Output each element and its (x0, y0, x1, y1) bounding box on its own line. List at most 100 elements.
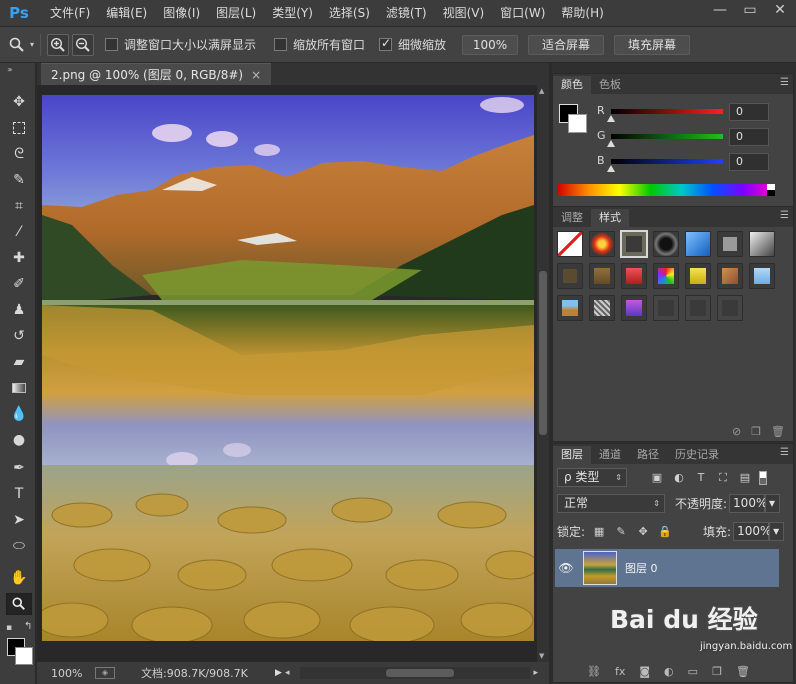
blue-slider[interactable]: B 0 (597, 152, 793, 174)
filter-type-icon[interactable]: T (693, 470, 709, 486)
filter-pixel-icon[interactable]: ▣ (649, 470, 665, 486)
menu-image[interactable]: 图像(I) (155, 0, 208, 27)
red-slider[interactable]: R 0 (597, 102, 793, 124)
lasso-tool-icon[interactable]: ᘓ (6, 143, 32, 165)
layer-name[interactable]: 图层 0 (625, 560, 658, 576)
layer-row[interactable]: 👁 图层 0 (555, 549, 779, 587)
lock-transparent-icon[interactable]: ▦ (591, 524, 607, 540)
layer-filter-dropdown[interactable]: ρ 类型 ⇕ (557, 468, 627, 487)
blend-mode-dropdown[interactable]: 正常 ⇕ (557, 494, 665, 513)
panel-menu-icon[interactable]: ☰ (780, 210, 789, 221)
color-spectrum-bar[interactable] (557, 184, 775, 196)
path-selection-tool-icon[interactable]: ➤ (6, 509, 32, 531)
style-swatch[interactable] (557, 263, 583, 289)
fit-screen-button[interactable]: 适合屏幕 (528, 34, 605, 55)
menu-window[interactable]: 窗口(W) (492, 0, 553, 27)
new-group-icon[interactable]: ▭ (688, 665, 698, 678)
style-swatch[interactable] (653, 295, 679, 321)
scroll-down-icon[interactable]: ▼ (539, 652, 544, 660)
tab-color[interactable]: 颜色 (553, 76, 591, 94)
style-swatch[interactable] (621, 295, 647, 321)
document-tab[interactable]: 2.png @ 100% (图层 0, RGB/8#) × (41, 63, 272, 85)
quick-select-tool-icon[interactable]: ✎ (6, 169, 32, 191)
vertical-scrollbar[interactable]: ▲ ▼ (537, 85, 549, 662)
green-slider[interactable]: G 0 (597, 127, 793, 149)
horizontal-scroll-thumb[interactable] (385, 669, 454, 677)
close-button[interactable]: ✕ (766, 0, 794, 20)
fill-input[interactable]: 100% (733, 522, 771, 541)
zoom-tool-preset-icon[interactable] (6, 34, 28, 56)
menu-file[interactable]: 文件(F) (42, 0, 98, 27)
slider-thumb[interactable] (607, 165, 615, 172)
visibility-eye-icon[interactable]: 👁 (555, 561, 577, 575)
zoom-tool-icon[interactable] (6, 593, 32, 615)
crop-tool-icon[interactable]: ⌗ (6, 195, 32, 217)
checkbox-box[interactable] (274, 38, 288, 51)
tab-adjustments[interactable]: 调整 (553, 209, 591, 227)
fill-screen-button[interactable]: 填充屏幕 (614, 34, 691, 55)
style-swatch[interactable] (749, 231, 775, 257)
delete-style-icon[interactable]: 🗑 (771, 425, 785, 438)
opacity-input[interactable]: 100% (729, 494, 767, 513)
add-mask-icon[interactable]: ◙ (639, 665, 650, 678)
dodge-tool-icon[interactable]: ● (6, 429, 32, 451)
filter-toggle[interactable] (759, 470, 767, 485)
scroll-right-icon[interactable]: ▸ (534, 668, 539, 678)
restore-button[interactable]: ▭ (736, 0, 764, 20)
type-tool-icon[interactable]: T (6, 483, 32, 505)
gradient-tool-icon[interactable] (6, 377, 32, 399)
chevron-down-icon[interactable]: ▾ (30, 40, 34, 49)
style-swatch[interactable] (589, 295, 615, 321)
clear-style-icon[interactable]: ⊘ (732, 425, 741, 438)
zoom-in-icon[interactable] (47, 33, 70, 56)
lock-all-icon[interactable]: 🔒 (657, 524, 673, 540)
style-swatch[interactable] (717, 295, 743, 321)
healing-brush-tool-icon[interactable]: ✚ (6, 247, 32, 269)
scroll-up-icon[interactable]: ▲ (539, 87, 544, 95)
style-swatch[interactable] (685, 295, 711, 321)
filter-shape-icon[interactable]: ⛶ (715, 470, 731, 486)
slider-value-input[interactable]: 0 (729, 153, 769, 171)
lock-pixels-icon[interactable]: ✎ (613, 524, 629, 540)
style-swatch[interactable] (717, 231, 743, 257)
zoom-out-icon[interactable] (72, 33, 95, 56)
marquee-tool-icon[interactable] (6, 117, 32, 139)
close-tab-icon[interactable]: × (251, 68, 261, 82)
tab-channels[interactable]: 通道 (591, 446, 629, 464)
style-swatch[interactable] (589, 263, 615, 289)
style-swatch[interactable] (620, 230, 648, 258)
pen-tool-icon[interactable]: ✒ (6, 457, 32, 479)
tab-styles[interactable]: 样式 (591, 209, 629, 227)
panel-menu-icon[interactable]: ☰ (780, 77, 789, 88)
menu-select[interactable]: 选择(S) (321, 0, 378, 27)
document-image[interactable] (42, 95, 534, 641)
style-swatch[interactable] (749, 263, 775, 289)
status-menu-arrow-icon[interactable]: ▶ (275, 668, 285, 678)
fx-icon[interactable]: fx (615, 665, 625, 678)
new-layer-icon[interactable]: ❐ (712, 665, 722, 678)
menu-layer[interactable]: 图层(L) (208, 0, 264, 27)
brush-tool-icon[interactable]: ✐ (6, 273, 32, 295)
slider-thumb[interactable] (607, 140, 615, 147)
tab-swatches[interactable]: 色板 (591, 76, 629, 94)
fill-dropdown-icon[interactable]: ▾ (769, 522, 785, 541)
horizontal-scrollbar[interactable] (299, 667, 530, 679)
status-preview-icon[interactable]: ◈ (95, 667, 115, 679)
tab-history[interactable]: 历史记录 (667, 446, 727, 464)
hand-tool-icon[interactable]: ✋ (6, 567, 32, 589)
filter-smart-object-icon[interactable]: ▤ (737, 470, 753, 486)
link-layers-icon[interactable]: ⛓ (587, 665, 601, 678)
minimize-button[interactable]: — (706, 0, 734, 20)
tab-paths[interactable]: 路径 (629, 446, 667, 464)
opacity-dropdown-icon[interactable]: ▾ (765, 494, 781, 513)
ellipse-tool-icon[interactable]: ⬭ (6, 535, 32, 557)
move-tool-icon[interactable]: ✥ (6, 91, 32, 113)
tab-layers[interactable]: 图层 (553, 446, 591, 464)
slider-track[interactable] (611, 134, 723, 139)
scrubby-zoom-checkbox[interactable]: 细微缩放 (379, 36, 446, 53)
style-swatch[interactable] (717, 263, 743, 289)
scroll-left-icon[interactable]: ◂ (285, 668, 290, 678)
default-colors-icon[interactable]: ▪ (6, 623, 12, 633)
style-swatch[interactable] (557, 231, 583, 257)
swap-colors-icon[interactable]: ↰ (24, 621, 32, 632)
